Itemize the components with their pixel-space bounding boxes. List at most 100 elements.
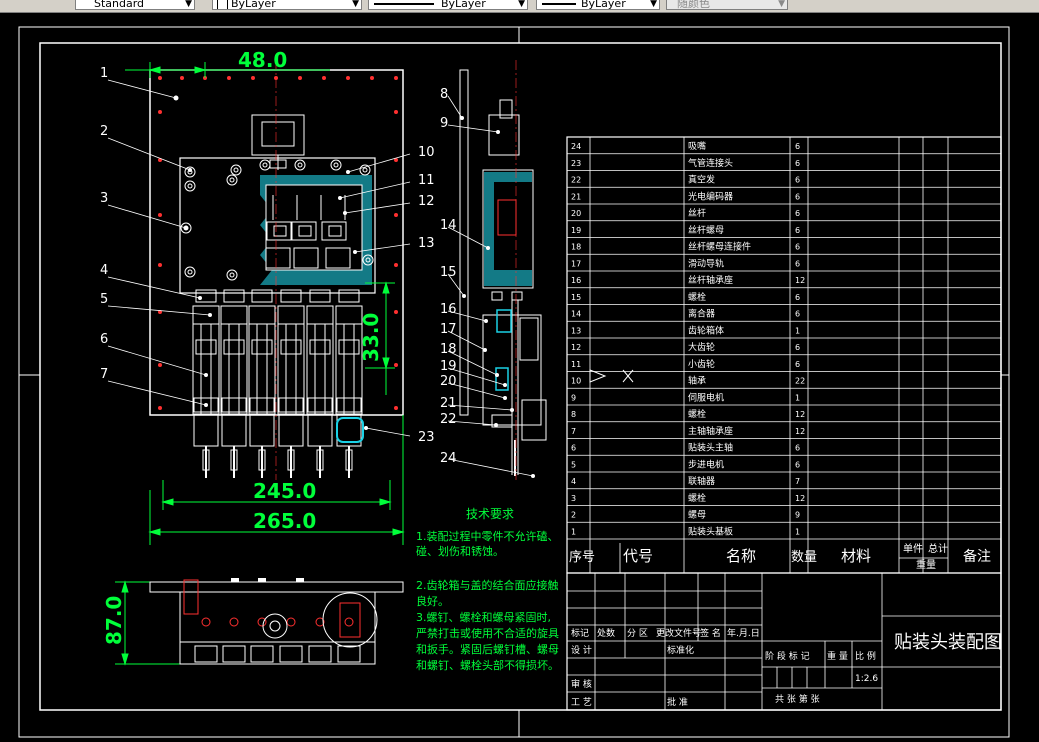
bom-row-qty: 6 bbox=[795, 444, 800, 453]
mount-hole bbox=[394, 363, 398, 367]
bom-row-qty: 6 bbox=[795, 360, 800, 369]
chevron-down-icon[interactable]: ▼ bbox=[778, 0, 785, 9]
bom-row-number: 17 bbox=[571, 259, 581, 268]
bom-row-name: 贴装头基板 bbox=[688, 525, 733, 537]
bom-row: 6 贴装头主轴 6 bbox=[571, 442, 800, 454]
bom-row-qty: 6 bbox=[795, 310, 800, 319]
placement-head bbox=[306, 289, 334, 478]
bom-row-qty: 6 bbox=[795, 259, 800, 268]
chevron-down-icon[interactable]: ▼ bbox=[650, 0, 657, 9]
leader-line bbox=[447, 404, 513, 411]
leader-label: 16 bbox=[440, 302, 457, 317]
bom-row: 7 主轴轴承座 12 bbox=[571, 425, 805, 437]
leader-dot bbox=[343, 211, 347, 215]
bom-row: 8 螺栓 12 bbox=[571, 408, 805, 420]
bolt-core bbox=[229, 272, 235, 278]
bom-row-name: 螺栓 bbox=[688, 408, 706, 420]
lineweight-combo[interactable]: ByLayer ▼ bbox=[536, 0, 660, 10]
leader-24: 24 bbox=[440, 451, 535, 478]
bearing-block bbox=[221, 397, 247, 413]
leader-15: 15 bbox=[440, 265, 466, 298]
leader-21: 21 bbox=[440, 396, 514, 412]
leader-dot bbox=[495, 373, 499, 377]
leader-label: 7 bbox=[100, 367, 108, 382]
chevron-down-icon[interactable]: ▼ bbox=[185, 0, 192, 9]
bom-row-qty: 12 bbox=[795, 276, 805, 285]
leader-label: 13 bbox=[418, 236, 435, 251]
bom-row-name: 吸嘴 bbox=[688, 141, 706, 152]
bolt-head bbox=[230, 164, 242, 176]
bom-header-unit: 单件 bbox=[903, 543, 923, 555]
leader-label: 14 bbox=[440, 218, 457, 233]
bom-row-qty: 6 bbox=[795, 159, 800, 168]
bom-row-name: 离合器 bbox=[688, 308, 715, 320]
bom-row-name: 伺服电机 bbox=[688, 391, 724, 403]
bom-row-qty: 1 bbox=[795, 393, 800, 402]
leader-line bbox=[107, 345, 207, 376]
bolt-head bbox=[259, 159, 271, 171]
bolt-hole bbox=[344, 617, 354, 627]
tech-req-line: 1.装配过程中零件不允许磕、 bbox=[416, 529, 559, 543]
linetype-combo[interactable]: ByLayer ▼ bbox=[368, 0, 528, 10]
tech-req-line: 和扳手。紧固后螺钉槽、螺母 bbox=[416, 642, 559, 656]
bom-row-number: 10 bbox=[571, 377, 581, 386]
coupling-top bbox=[195, 289, 217, 303]
tb-mark: 标记 bbox=[571, 627, 589, 639]
bom-row-qty: 6 bbox=[795, 192, 800, 201]
chevron-down-icon[interactable]: ▼ bbox=[518, 0, 525, 9]
side-base-plate bbox=[459, 69, 469, 416]
leader-label: 15 bbox=[440, 265, 457, 280]
nut-block bbox=[195, 339, 217, 355]
tb-weight: 重 量 bbox=[827, 650, 848, 662]
placement-heads bbox=[192, 289, 363, 478]
mount-hole bbox=[346, 76, 350, 80]
mount-hole bbox=[158, 213, 162, 217]
bom-row-qty: 1 bbox=[795, 326, 800, 335]
text-style-combo[interactable]: Standard ▼ bbox=[75, 0, 195, 10]
color-swatch-icon bbox=[217, 0, 228, 9]
servo-motor-outline bbox=[251, 114, 305, 156]
leader-6: 6 bbox=[100, 332, 208, 377]
dim-vertical: 33.0 bbox=[359, 313, 383, 362]
tb-count: 处数 bbox=[597, 627, 615, 639]
leader-1: 1 bbox=[100, 66, 178, 100]
leader-dot bbox=[204, 373, 208, 377]
top-bracket bbox=[231, 578, 239, 582]
bom-row-qty: 1 bbox=[795, 527, 800, 536]
lower-housing bbox=[307, 413, 333, 447]
bom-row-number: 6 bbox=[571, 444, 576, 453]
bom-row-name: 丝杆 bbox=[688, 207, 706, 219]
dim-inner-width: 245.0 bbox=[253, 479, 316, 503]
leader-23: 23 bbox=[364, 426, 435, 445]
bom-table: 24 吸嘴 623 气管连接头 622 真空发 621 光电编码器 620 丝杆 619 丝杆螺母 61… bbox=[566, 136, 1002, 574]
bom-row-name: 气管连接头 bbox=[688, 157, 733, 169]
mount-hole bbox=[180, 76, 184, 80]
front-view bbox=[149, 60, 404, 480]
bom-row-number: 1 bbox=[571, 527, 576, 536]
bom-header-code: 代号 bbox=[623, 547, 653, 565]
chevron-down-icon[interactable]: ▼ bbox=[352, 0, 359, 9]
tb-standardize: 标准化 bbox=[667, 644, 694, 656]
bom-row-number: 24 bbox=[571, 142, 581, 151]
spindle-body bbox=[192, 323, 220, 415]
placement-head bbox=[220, 289, 248, 478]
leader-label: 18 bbox=[440, 342, 457, 357]
bottom-gearbox bbox=[179, 591, 376, 643]
side-view bbox=[459, 60, 547, 480]
bearing-block bbox=[336, 397, 362, 413]
properties-toolbar: Standard ▼ ByLayer ▼ ByLayer ▼ ByLayer ▼ 随颜色… bbox=[0, 0, 1039, 13]
plot-style-combo[interactable]: 随颜色 ▼ bbox=[666, 0, 788, 10]
bolt-head bbox=[184, 266, 196, 278]
bom-row: 23 气管连接头 6 bbox=[571, 157, 800, 169]
drawing-canvas[interactable]: 48.0 245.0 265.0 33.0 87.0 1234567 8 9 10 1… bbox=[0, 13, 1039, 738]
technical-requirements: 技术要求 1.装配过程中零件不允许磕、碰、划伤和锈蚀。 2.齿轮箱与盖的结合面应接… bbox=[416, 507, 559, 672]
leader-label: 4 bbox=[100, 263, 108, 278]
leader-dot bbox=[184, 226, 188, 230]
servo-motor-end bbox=[322, 592, 378, 648]
bottom-view bbox=[149, 578, 404, 665]
bom-row-number: 22 bbox=[571, 176, 581, 185]
layer-combo[interactable]: ByLayer ▼ bbox=[212, 0, 362, 10]
coupling-top bbox=[251, 289, 273, 303]
mount-hole bbox=[158, 263, 162, 267]
bom-row: 16 丝杆轴承座 12 bbox=[571, 274, 805, 286]
